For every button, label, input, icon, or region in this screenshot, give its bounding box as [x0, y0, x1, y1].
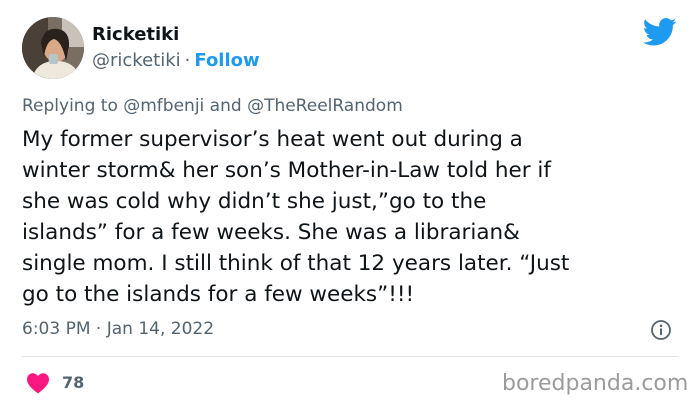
mention-link[interactable]: @mfbenji [123, 96, 204, 116]
avatar[interactable] [22, 17, 84, 79]
tweet-time: 6:03 PM [22, 319, 91, 339]
tweet-text-line: single mom. I still think of that 12 yea… [22, 251, 570, 276]
replying-joiner: and [209, 96, 242, 116]
heart-icon[interactable] [26, 372, 50, 394]
handle-separator: · [184, 50, 191, 71]
tweet-text-line: islands” for a few weeks. She was a libr… [22, 220, 520, 245]
tweet-date: Jan 14, 2022 [106, 319, 215, 339]
date-separator: · [95, 319, 102, 339]
author-handle[interactable]: @ricketiki [92, 50, 181, 71]
source-watermark: boredpanda.com [502, 371, 689, 396]
tweet-text-line: My former supervisor’s heat went out dur… [22, 127, 523, 152]
replying-to: Replying to @mfbenji and @TheReelRandom [22, 95, 403, 117]
author-name[interactable]: Ricketiki [92, 24, 179, 46]
divider [22, 356, 678, 357]
replying-prefix: Replying to [22, 96, 118, 116]
mention-link[interactable]: @TheReelRandom [247, 96, 403, 116]
twitter-bird-icon[interactable] [642, 18, 677, 46]
tweet-text-line: go to the islands for a few weeks”!!! [22, 282, 415, 307]
author-handle-row: @ricketiki · Follow [92, 50, 260, 72]
tweet-card: Ricketiki @ricketiki · Follow Replying to … [0, 0, 700, 410]
info-icon[interactable] [650, 319, 672, 341]
tweet-text-line: winter storm& her son’s Mother-in-Law to… [22, 158, 551, 183]
tweet-text-line: she was cold why didn’t she just,”go to … [22, 189, 487, 214]
follow-button[interactable]: Follow [194, 50, 259, 71]
like-count: 78 [62, 373, 85, 392]
tweet-text: My former supervisor’s heat went out dur… [22, 124, 682, 310]
tweet-timestamp[interactable]: 6:03 PM · Jan 14, 2022 [22, 318, 214, 340]
